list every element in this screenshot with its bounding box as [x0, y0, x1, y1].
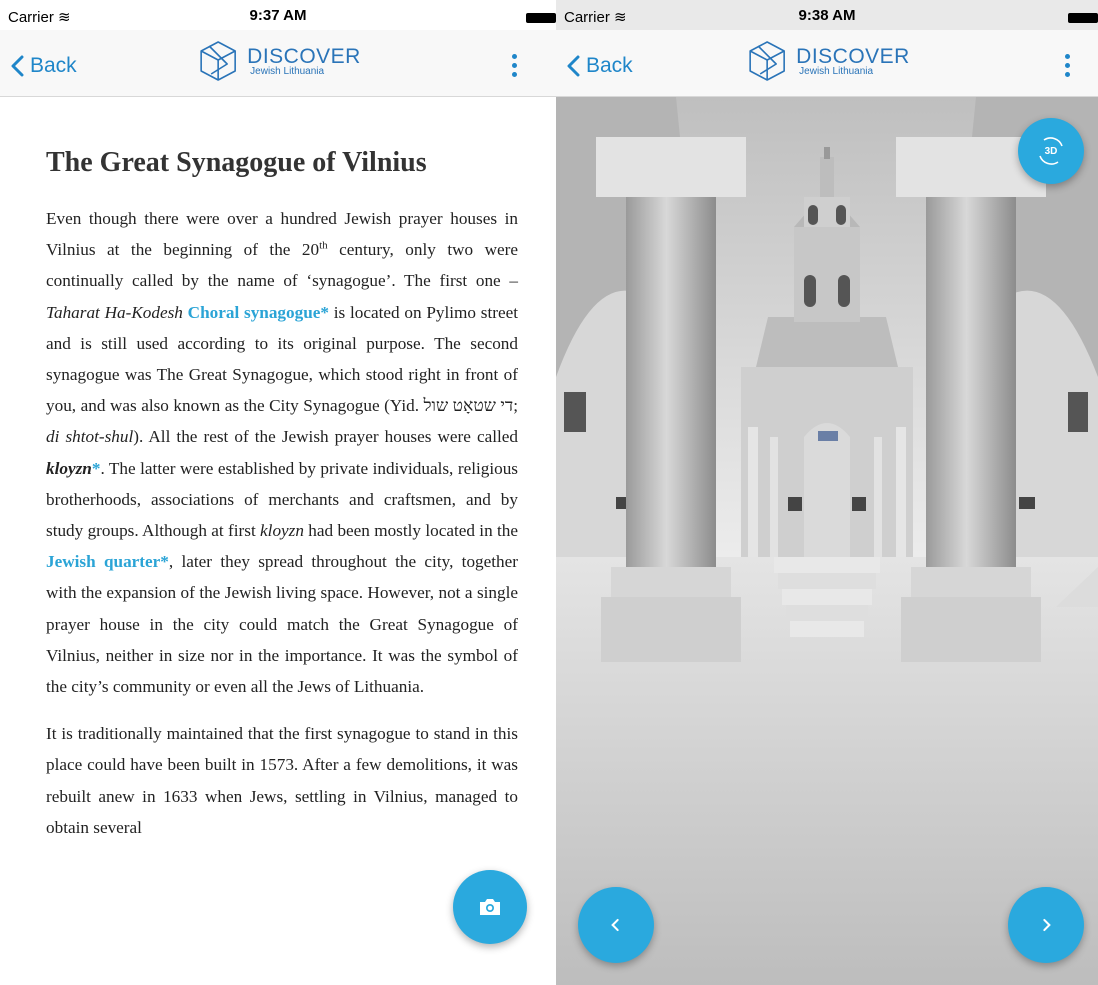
3d-label: 3D: [1045, 146, 1058, 157]
3d-view-toggle-button[interactable]: 3D: [1018, 118, 1084, 184]
clock: 9:37 AM: [249, 7, 307, 24]
synagogue-3d-render[interactable]: [556, 97, 1098, 985]
chevron-left-icon: [611, 918, 619, 932]
more-menu-button[interactable]: [1065, 54, 1071, 81]
logo-title: DISCOVER: [796, 44, 910, 68]
article-body: The Great Synagogue of Vilnius Even thou…: [46, 97, 518, 859]
chevron-left-icon: [11, 55, 24, 77]
article-screen: Carrier ≋ 9:37 AM Back DISCOVER Jewish L…: [0, 0, 556, 985]
choral-synagogue-link[interactable]: Choral synagogue*: [188, 303, 329, 322]
more-dot-icon: [512, 63, 517, 68]
nav-bar: Back DISCOVER Jewish Lithuania: [0, 30, 556, 97]
app-logo: DISCOVER Jewish Lithuania: [744, 38, 910, 84]
logo-subtitle: Jewish Lithuania: [799, 65, 874, 77]
more-menu-button[interactable]: [512, 54, 518, 81]
camera-icon: [480, 899, 500, 915]
status-bar: Carrier ≋ 9:37 AM: [0, 0, 556, 30]
back-button[interactable]: Back: [566, 54, 633, 78]
article-paragraph: Even though there were over a hundred Je…: [46, 209, 518, 697]
logo-title: DISCOVER: [247, 44, 361, 68]
more-dot-icon: [1065, 54, 1070, 59]
3d-rotate-icon: 3D: [1039, 137, 1063, 165]
battery-icon: [1068, 13, 1098, 23]
nav-bar: Back DISCOVER Jewish Lithuania: [556, 30, 1098, 97]
more-dot-icon: [512, 54, 517, 59]
previous-button[interactable]: [578, 887, 654, 963]
status-bar: Carrier ≋ 9:38 AM: [556, 0, 1098, 30]
back-label: Back: [30, 54, 77, 77]
more-dot-icon: [1065, 63, 1070, 68]
next-button[interactable]: [1008, 887, 1084, 963]
article-paragraph: It is traditionally maintained that the …: [46, 724, 518, 837]
article-title: The Great Synagogue of Vilnius: [46, 147, 427, 178]
logo-subtitle: Jewish Lithuania: [250, 65, 325, 77]
more-dot-icon: [512, 72, 517, 77]
cube-logo-icon: [200, 41, 236, 81]
3d-view-screen: Carrier ≋ 9:38 AM Back DISCOVER Jewish L…: [556, 0, 1098, 985]
cube-logo-icon: [749, 41, 785, 81]
clock: 9:38 AM: [798, 7, 856, 24]
battery-icon: [526, 13, 556, 23]
camera-button[interactable]: [453, 870, 527, 944]
back-button[interactable]: Back: [10, 54, 77, 78]
jewish-quarter-link[interactable]: Jewish quarter*: [46, 552, 169, 571]
chevron-right-icon: [1043, 918, 1051, 932]
back-label: Back: [586, 54, 633, 77]
chevron-left-icon: [567, 55, 580, 77]
app-logo: DISCOVER Jewish Lithuania: [195, 38, 361, 84]
more-dot-icon: [1065, 72, 1070, 77]
